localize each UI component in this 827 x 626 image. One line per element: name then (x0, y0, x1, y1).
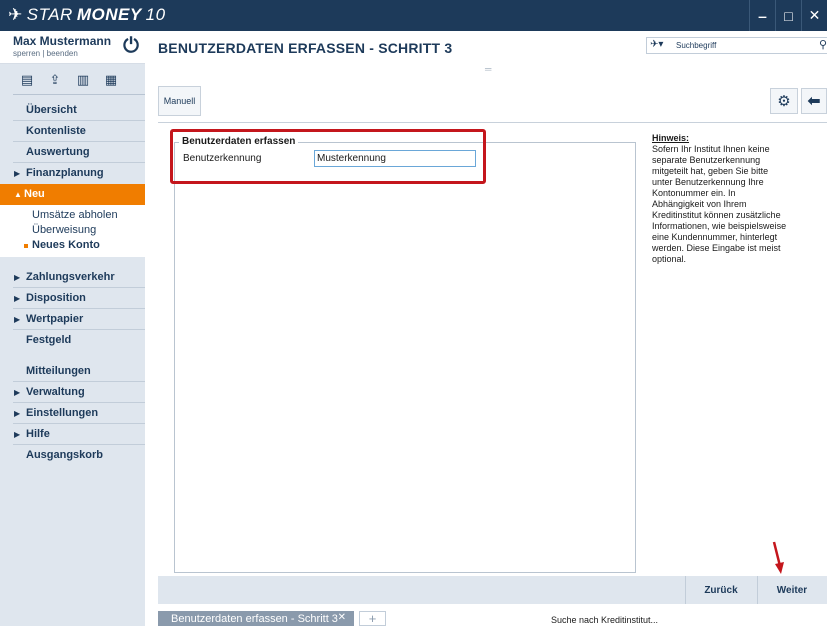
subnav-item-umsaetze[interactable]: Umsätze abholen (0, 208, 145, 223)
chart-icon[interactable]: ▥ (69, 70, 97, 90)
settings-gear-icon[interactable]: ⚙ (770, 88, 798, 114)
maximize-button[interactable]: □ (775, 0, 801, 31)
brand-prefix: STAR (26, 5, 73, 24)
hint-title: Hinweis: (652, 133, 690, 143)
back-button[interactable]: Zurück (685, 576, 757, 604)
back-arrow-icon[interactable]: ⬅ (801, 88, 827, 114)
hint-text: Sofern Ihr Institut Ihnen keine separate… (652, 144, 787, 264)
chevron-right-icon: ▶ (14, 169, 21, 178)
divider (158, 122, 827, 123)
sidebar-item-finanzplanung[interactable]: ▶ Finanzplanung (0, 163, 145, 184)
close-tab-icon[interactable]: ✕ (338, 610, 346, 626)
search-placeholder: Suchbegriff (676, 41, 717, 50)
annotation-arrow-icon (772, 541, 784, 574)
toolbar: Manuell ⚙ ⬅ (158, 86, 827, 116)
close-button[interactable]: ✕ (801, 0, 827, 31)
sidebar-item-kontenliste[interactable]: Kontenliste (0, 121, 145, 142)
chevron-right-icon: ▶ (14, 430, 21, 439)
sidebar-item-uebersicht[interactable]: Übersicht (0, 100, 145, 121)
title-bar: ✈ STAR MONEY 10 ‒ □ ✕ (0, 0, 827, 31)
tab-bar: Benutzerdaten erfassen - Schritt 3 ✕ + S… (145, 604, 827, 626)
search-scope-icon[interactable]: ✈▾ (650, 39, 663, 50)
hint-panel: Hinweis: Sofern Ihr Institut Ihnen keine… (652, 133, 788, 265)
chevron-right-icon: ▶ (14, 388, 21, 397)
content-area: Benutzerdaten erfassen Benutzerkennung (158, 125, 644, 576)
bullet-icon (24, 244, 28, 248)
subnav-neu: Umsätze abholen Überweisung Neues Konto (0, 205, 145, 257)
minimize-button[interactable]: ‒ (749, 0, 775, 31)
wizard-footer: Zurück Weiter (158, 576, 827, 604)
page-title: BENUTZERDATEN ERFASSEN - SCHRITT 3 (158, 40, 453, 56)
chevron-right-icon: ▶ (14, 315, 21, 324)
brand-version: 10 (145, 5, 166, 24)
sidebar-item-wertpapier[interactable]: ▶ Wertpapier (0, 309, 145, 330)
sidebar-item-neu[interactable]: ▲ Neu (0, 184, 145, 205)
status-text: Suche nach Kreditinstitut... (551, 615, 659, 625)
divider (13, 94, 145, 95)
app-logo: ✈ STAR MONEY 10 (8, 5, 166, 25)
chevron-up-icon: ▲ (14, 190, 22, 199)
power-icon[interactable]: ⏻ (118, 33, 144, 59)
chevron-right-icon: ▶ (14, 273, 21, 282)
tab-benutzerdaten[interactable]: Benutzerdaten erfassen - Schritt 3 ✕ (158, 611, 354, 626)
chevron-right-icon: ▶ (14, 294, 21, 303)
resize-handle-icon[interactable]: ═ (485, 64, 491, 74)
sidebar: ▤ ⇪ ▥ ▦ Übersicht Kontenliste Auswertung… (0, 64, 145, 626)
user-name: Max Mustermann (13, 34, 112, 48)
sidebar-item-zahlungsverkehr[interactable]: ▶ Zahlungsverkehr (0, 267, 145, 288)
next-button[interactable]: Weiter (757, 576, 827, 604)
starmoney-logo-icon: ✈ (8, 5, 23, 24)
form-fieldset (174, 142, 636, 573)
sidebar-item-einstellungen[interactable]: ▶ Einstellungen (0, 403, 145, 424)
subnav-item-neues-konto[interactable]: Neues Konto (0, 238, 145, 253)
sidebar-item-auswertung[interactable]: Auswertung (0, 142, 145, 163)
add-tab-button[interactable]: + (359, 611, 386, 626)
brand-bold: MONEY (76, 5, 142, 24)
accounts-icon[interactable]: ▤ (13, 70, 41, 90)
subnav-item-ueberweisung[interactable]: Überweisung (0, 223, 145, 238)
sidebar-item-hilfe[interactable]: ▶ Hilfe (0, 424, 145, 445)
sidebar-item-disposition[interactable]: ▶ Disposition (0, 288, 145, 309)
main-header: BENUTZERDATEN ERFASSEN - SCHRITT 3 ✈▾ Su… (145, 31, 827, 64)
sidebar-item-festgeld[interactable]: Festgeld (0, 330, 145, 351)
transfer-icon[interactable]: ⇪ (41, 70, 69, 90)
search-input[interactable]: ✈▾ Suchbegriff ⚲ (646, 37, 827, 54)
tab-label: Benutzerdaten erfassen - Schritt 3 (171, 613, 338, 625)
quick-icons: ▤ ⇪ ▥ ▦ (13, 70, 125, 90)
sidebar-nav: Übersicht Kontenliste Auswertung ▶ Finanz… (0, 100, 145, 466)
search-icon[interactable]: ⚲ (819, 38, 827, 51)
user-links[interactable]: sperren | beenden (13, 49, 78, 58)
sidebar-item-mitteilungen[interactable]: Mitteilungen (0, 361, 145, 382)
calculator-icon[interactable]: ▦ (97, 70, 125, 90)
sidebar-item-verwaltung[interactable]: ▶ Verwaltung (0, 382, 145, 403)
highlight-box (170, 129, 486, 184)
sidebar-item-ausgangskorb[interactable]: Ausgangskorb (0, 445, 145, 466)
chevron-right-icon: ▶ (14, 409, 21, 418)
manuell-button[interactable]: Manuell (158, 86, 201, 116)
